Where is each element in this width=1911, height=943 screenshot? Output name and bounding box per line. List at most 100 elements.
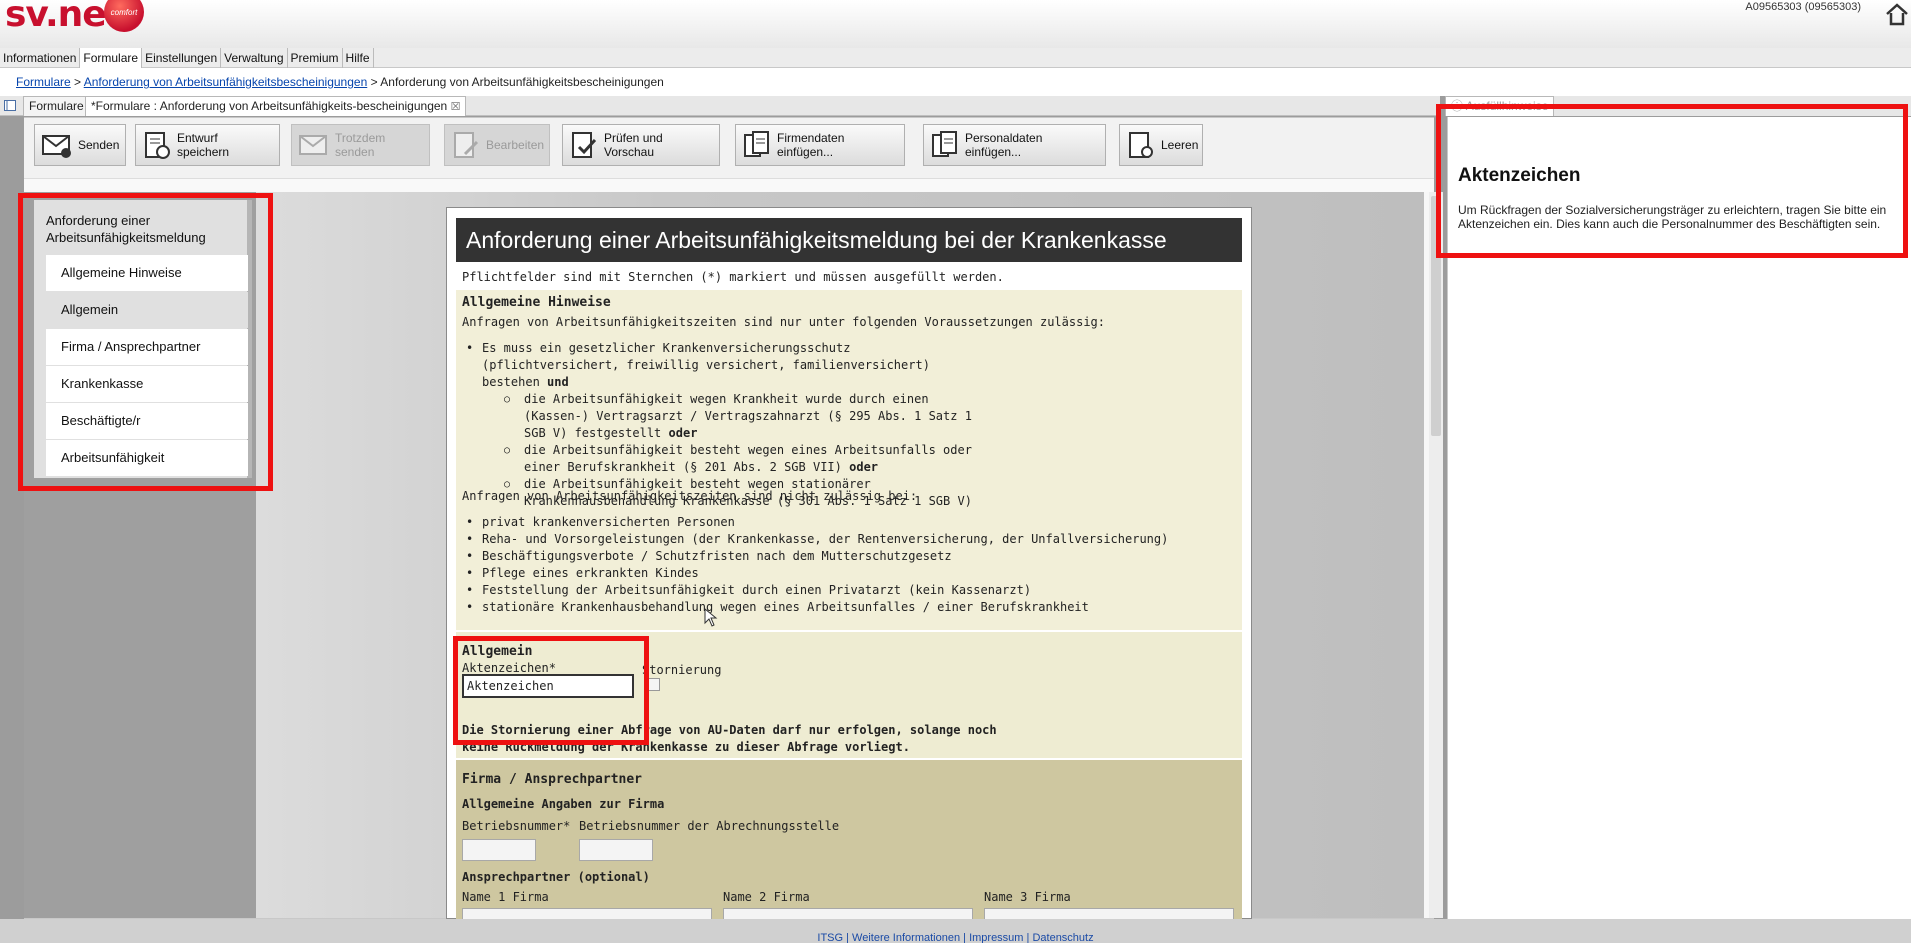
betriebsnummer-input[interactable] [462, 839, 536, 861]
send-anyway-label: Trotzdem senden [335, 131, 386, 159]
breadcrumb-formulare[interactable]: Formulare [16, 75, 71, 89]
tab-formulare[interactable]: Formulare [23, 96, 90, 116]
send-button-label: Senden [78, 138, 120, 152]
exclusion-item: stationäre Krankenhausbehandlung wegen e… [462, 599, 1232, 616]
menu-einstellungen[interactable]: Einstellungen [142, 48, 222, 68]
subsection-title: Ansprechpartner (optional) [462, 870, 650, 884]
tab-close-icon[interactable]: ☒ [451, 101, 461, 113]
footer-separator: | [846, 932, 849, 943]
nav-item-beschaeftigte[interactable]: Beschäftigte/r [46, 403, 248, 439]
info-title: Aktenzeichen [1458, 165, 1581, 186]
send-anyway-button[interactable]: Trotzdem senden [291, 124, 430, 166]
menu-formulare[interactable]: Formulare [80, 48, 143, 68]
betriebsnummer-abr-label: Betriebsnummer der Abrechnungsstelle [579, 819, 840, 833]
footer-link-info[interactable]: Weitere Informationen [852, 932, 960, 943]
clear-button-label: Leeren [1161, 138, 1199, 152]
exclusion-item: Reha- und Vorsorgeleistungen (der Kranke… [462, 531, 1232, 548]
breadcrumb-separator: > [70, 75, 84, 89]
menu-informationen[interactable]: Informationen [0, 48, 81, 68]
insert-company-data-button[interactable]: Firmendaten einfügen... [735, 124, 905, 166]
account-id: A09565303 (09565303) [1745, 1, 1861, 13]
betriebsnummer-abr-input[interactable] [579, 839, 653, 861]
edit-button[interactable]: Bearbeiten [444, 124, 550, 166]
envelope-icon [299, 135, 327, 155]
tab-anforderung-label: *Formulare : Anforderung von Arbeitsunfä… [91, 99, 448, 113]
clear-button[interactable]: Leeren [1119, 124, 1203, 166]
nav-item-arbeitsunfaehigkeit[interactable]: Arbeitsunfähigkeit [46, 440, 248, 476]
tab-ausfuellhinweise[interactable]: ⓘ Ausfüllhinweise [1445, 96, 1555, 116]
check-preview-button[interactable]: Prüfen und Vorschau [562, 124, 720, 166]
section-firma: Firma / Ansprechpartner Allgemeine Angab… [456, 760, 1242, 930]
nav-item-firma[interactable]: Firma / Ansprechpartner [46, 329, 248, 365]
nav-item-allgemeine-hinweise[interactable]: Allgemeine Hinweise [46, 255, 248, 291]
documents-icon [932, 131, 957, 157]
footer-link-itsg[interactable]: ITSG [817, 932, 843, 943]
documents-icon [744, 131, 769, 157]
sub-condition-item: die Arbeitsunfähigkeit besteht wegen ein… [502, 442, 982, 476]
zulaessig-intro: Anfragen von Arbeitsunfähigkeitszeiten s… [462, 315, 1105, 329]
nav-title: Anforderung einer Arbeitsunfähigkeitsmel… [46, 213, 206, 245]
breadcrumb-anforderung[interactable]: Anforderung von Arbeitsunfähigkeitsbesch… [84, 75, 368, 89]
send-button[interactable]: Senden [34, 124, 126, 166]
info-text: Um Rückfragen der Sozialversicherungsträ… [1458, 203, 1887, 231]
mouse-cursor-icon [704, 608, 718, 627]
sub-condition-item: die Arbeitsunfähigkeit wegen Krankheit w… [502, 391, 982, 442]
section-title: Allgemeine Hinweise [462, 295, 611, 310]
breadcrumb-separator: > [367, 75, 381, 89]
save-draft-label: Entwurf speichern [177, 131, 230, 159]
nav-item-krankenkasse[interactable]: Krankenkasse [46, 366, 248, 402]
horizontal-scrollbar[interactable] [24, 178, 1434, 192]
nicht-intro: Anfragen von Arbeitsunfähigkeitszeiten s… [462, 489, 918, 503]
form-toolbar: Senden Entwurf speichern Trotzdem senden… [24, 118, 1434, 178]
aktenzeichen-input[interactable] [462, 674, 634, 698]
insert-personnel-data-label: Personaldaten einfügen... [965, 131, 1043, 159]
app-header [0, 0, 1911, 48]
document-edit-icon [454, 132, 479, 158]
form-title: Anforderung einer Arbeitsunfähigkeitsmel… [456, 218, 1242, 262]
footer-separator: | [1026, 932, 1030, 943]
save-draft-button[interactable]: Entwurf speichern [135, 124, 280, 166]
breadcrumb-current: Anforderung von Arbeitsunfähigkeitsbesch… [380, 75, 664, 89]
condition-item: Es muss ein gesetzlicher Krankenversiche… [462, 340, 982, 510]
document-clear-icon [1129, 132, 1153, 158]
menu-verwaltung[interactable]: Verwaltung [221, 48, 288, 68]
exclusion-item: privat krankenversicherten Personen [462, 514, 1232, 531]
form-navigation: Anforderung einer Arbeitsunfähigkeitsmel… [34, 200, 252, 478]
section-title: Firma / Ansprechpartner [462, 772, 643, 787]
stornierung-label: Stornierung [642, 663, 722, 677]
scrollbar-thumb[interactable] [1431, 196, 1441, 436]
footer-separator: | [963, 932, 966, 943]
footer-link-impressum[interactable]: Impressum [969, 932, 1023, 943]
menu-hilfe[interactable]: Hilfe [343, 48, 374, 68]
insert-personnel-data-button[interactable]: Personaldaten einfügen... [923, 124, 1106, 166]
editor-tab-bar: Formulare *Formulare : Anforderung von A… [0, 96, 1440, 116]
breadcrumb: Formulare > Anforderung von Arbeitsunfäh… [0, 68, 1911, 96]
menu-bar: Informationen Formulare Einstellungen Ve… [0, 48, 1911, 68]
exclusion-item: Beschäftigungsverbote / Schutzfristen na… [462, 548, 1232, 565]
storno-note: Die Stornierung einer Abfrage von AU-Dat… [462, 723, 997, 754]
name2-label: Name 2 Firma [723, 890, 810, 904]
section-allgemeine-hinweise: Allgemeine Hinweise Anfragen von Arbeits… [456, 290, 1242, 630]
info-circle-icon: ⓘ [1451, 99, 1464, 113]
document-clock-icon [145, 132, 170, 159]
name1-label: Name 1 Firma [462, 890, 549, 904]
envelope-icon [42, 135, 71, 158]
menu-premium[interactable]: Premium [288, 48, 343, 68]
tab-list-icon[interactable] [4, 100, 16, 111]
home-icon[interactable] [1883, 0, 1911, 28]
betriebsnummer-label: Betriebsnummer* [462, 819, 571, 833]
tab-ausfuellhinweise-label: Ausfüllhinweise [1465, 99, 1549, 113]
insert-company-data-label: Firmendaten einfügen... [777, 131, 845, 159]
tab-anforderung[interactable]: *Formulare : Anforderung von Arbeitsunfä… [85, 96, 467, 116]
footer-link-datenschutz[interactable]: Datenschutz [1032, 932, 1093, 943]
nav-item-allgemein[interactable]: Allgemein [46, 292, 248, 328]
footer: ITSG | Weitere Informationen | Impressum… [0, 919, 1911, 943]
subsection-title: Allgemeine Angaben zur Firma [462, 797, 665, 811]
check-preview-label: Prüfen und Vorschau [604, 131, 663, 159]
exclusion-item: Pflege eines erkrankten Kindes [462, 565, 1232, 582]
stornierung-checkbox[interactable] [647, 678, 660, 691]
edit-button-label: Bearbeiten [486, 138, 545, 152]
exclusion-item: Feststellung der Arbeitsunfähigkeit durc… [462, 582, 1232, 599]
document-check-icon [572, 132, 597, 158]
section-title: Allgemein [462, 644, 533, 659]
